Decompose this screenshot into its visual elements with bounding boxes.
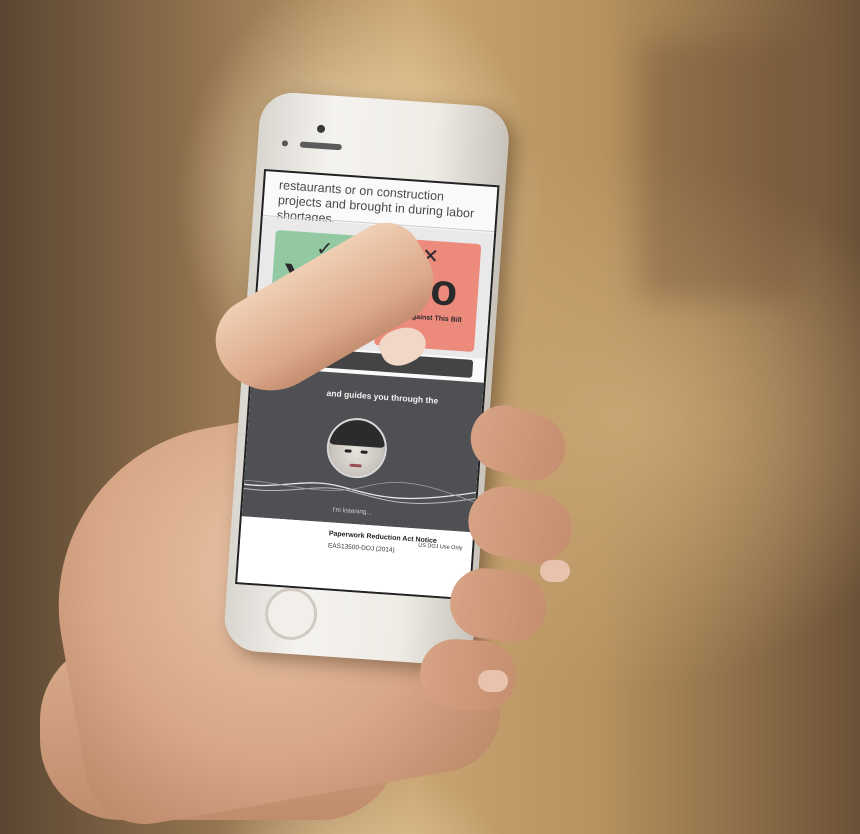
home-button[interactable] — [263, 586, 319, 642]
voice-guide-panel: and guides you through the I'm listening… — [241, 366, 484, 533]
background-blur — [640, 40, 800, 300]
use-only-label: US DOJ Use Only — [417, 542, 463, 552]
listening-status: I'm listening... — [332, 506, 373, 517]
avatar-hair — [329, 418, 387, 449]
sensor-icon — [281, 140, 289, 147]
avatar-eye-left — [344, 449, 352, 453]
form-id: EAS13500-DOJ (2014) — [327, 542, 395, 554]
avatar-mouth — [349, 463, 362, 468]
finger-nail — [540, 560, 570, 582]
finger-nail — [478, 670, 508, 692]
guide-text: and guides you through the — [326, 387, 439, 406]
avatar-eye-right — [360, 450, 368, 454]
photo-scene: restaurants or on construction projects … — [0, 0, 860, 834]
earpiece-speaker — [299, 141, 343, 151]
front-camera-icon — [316, 124, 326, 134]
